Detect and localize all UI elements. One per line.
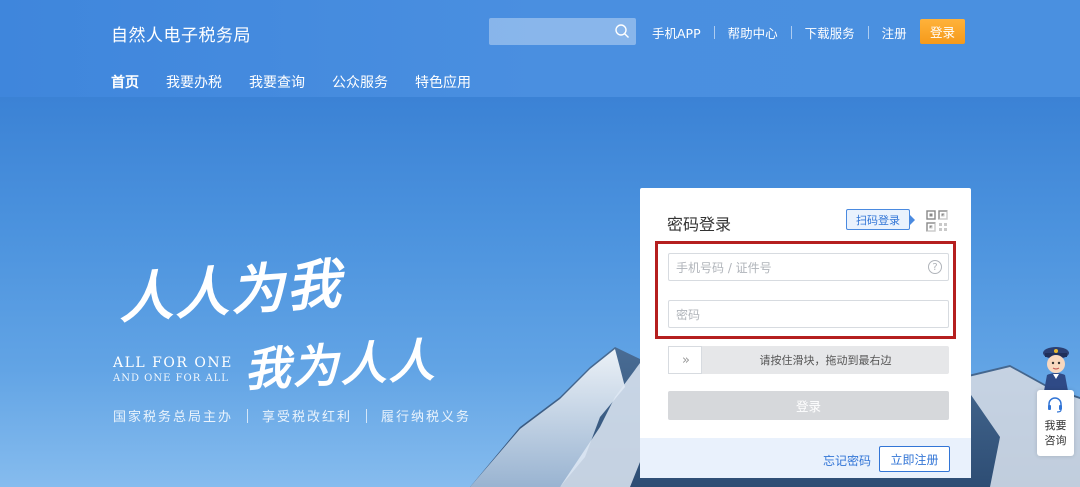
consult-widget[interactable]: 我要 咨询 (1037, 390, 1074, 456)
slider-handle[interactable]: » (668, 346, 702, 374)
login-submit-button[interactable]: 登录 (668, 391, 949, 420)
phone-id-input[interactable]: 手机号码 / 证件号 ? (668, 253, 949, 281)
qr-code-icon[interactable] (926, 210, 948, 232)
top-links: 手机APP 帮助中心 下载服务 注册 (652, 23, 907, 42)
password-placeholder: 密码 (676, 307, 701, 322)
site-title[interactable]: 自然人电子税务局 (111, 21, 251, 46)
calligraphy-line-1: 人人为我 (116, 251, 345, 331)
password-input[interactable]: 密码 (668, 300, 949, 328)
login-panel: 密码登录 扫码登录 手机号码 / 证件号 ? 密码 » 请按住滑块，拖动到最右边… (640, 188, 971, 478)
divider (366, 408, 368, 423)
english-slogan-line-2: AND ONE FOR ALL (113, 373, 229, 384)
help-center-link[interactable]: 帮助中心 (728, 23, 778, 42)
tax-officer-mascot-icon (1043, 347, 1069, 391)
register-now-button[interactable]: 立即注册 (879, 446, 950, 472)
search-icon[interactable] (614, 23, 630, 39)
site-header: 自然人电子税务局 手机APP 帮助中心 下载服务 注册 登录 首页 我要办税 我… (0, 0, 1080, 101)
slogan-item: 国家税务总局主办 (113, 410, 234, 425)
english-slogan-line-1: ALL FOR ONE (113, 355, 233, 371)
divider (713, 26, 715, 39)
password-login-title: 密码登录 (667, 215, 732, 234)
divider (247, 408, 249, 423)
slide-verification[interactable]: » 请按住滑块，拖动到最右边 (668, 346, 949, 374)
register-link[interactable]: 注册 (882, 23, 907, 42)
slider-hint: 请按住滑块，拖动到最右边 (759, 354, 892, 367)
divider (790, 26, 792, 39)
consult-label: 我要 咨询 (1044, 419, 1067, 447)
phone-id-placeholder: 手机号码 / 证件号 (676, 260, 772, 275)
qr-login-tag[interactable]: 扫码登录 (846, 209, 915, 230)
slogan-item: 履行纳税义务 (381, 410, 472, 425)
search-input[interactable] (489, 18, 636, 45)
slogan-item: 享受税改红利 (262, 410, 353, 425)
help-icon[interactable]: ? (928, 260, 942, 274)
login-panel-footer: 忘记密码 立即注册 (640, 438, 971, 478)
calligraphy-line-2: 我为人人 (242, 333, 438, 397)
header-login-button[interactable]: 登录 (920, 19, 965, 44)
headset-icon (1048, 397, 1062, 413)
forgot-password-link[interactable]: 忘记密码 (823, 452, 871, 469)
divider (867, 26, 869, 39)
slogan-row: 国家税务总局主办 享受税改红利 履行纳税义务 (113, 406, 471, 425)
download-service-link[interactable]: 下载服务 (805, 23, 855, 42)
mobile-app-link[interactable]: 手机APP (652, 23, 701, 42)
